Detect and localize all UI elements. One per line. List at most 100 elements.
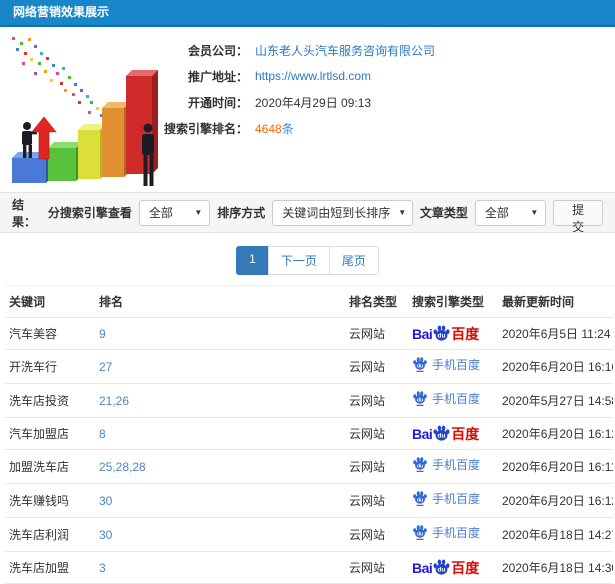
mobile-baidu-logo: du 手机百度 bbox=[412, 491, 480, 507]
sort-filter-select[interactable]: 关键词由短到长排序 ▼ bbox=[272, 199, 413, 226]
ranking-count-number: 4648 bbox=[255, 121, 282, 136]
page-1-button[interactable]: 1 bbox=[236, 246, 269, 275]
rank-cell[interactable]: 8 bbox=[95, 417, 345, 450]
col-header-engine-type: 搜索引擎类型 bbox=[408, 285, 498, 318]
rank-type-cell: 云网站 bbox=[345, 551, 408, 584]
article-type-select[interactable]: 全部 ▼ bbox=[474, 199, 547, 226]
keyword-ranking-table: 关键词 排名 排名类型 搜索引擎类型 最新更新时间 汽车美容 9 云网站 Bai… bbox=[5, 285, 613, 584]
info-section: 会员公司： 山东老人头汽车服务咨询有限公司 推广地址： https://www.… bbox=[0, 27, 615, 192]
keyword-cell: 洗车店加盟 bbox=[5, 551, 95, 584]
article-type-label: 文章类型 bbox=[419, 206, 468, 220]
keyword-cell: 洗车店利润 bbox=[5, 517, 95, 552]
engine-cell: Bai du 百度 du bbox=[408, 383, 498, 418]
mobile-baidu-logo: du 手机百度 bbox=[412, 457, 480, 473]
article-type-value: 全部 bbox=[484, 206, 509, 220]
dropdown-arrow-icon: ▼ bbox=[530, 208, 539, 217]
col-header-rank: 排名 bbox=[95, 285, 345, 318]
engine-cell: Bai du 百度 du bbox=[408, 349, 498, 384]
update-time-cell: 2020年6月18日 14:30 bbox=[498, 551, 613, 584]
update-time-cell: 2020年6月5日 11:24 bbox=[498, 317, 613, 350]
rank-cell[interactable]: 21,26 bbox=[95, 383, 345, 418]
update-time-cell: 2020年6月20日 16:12 bbox=[498, 483, 613, 518]
baidu-paw-icon: du bbox=[433, 325, 450, 341]
svg-text:du: du bbox=[417, 497, 423, 503]
update-time-cell: 2020年6月20日 16:16 bbox=[498, 349, 613, 384]
engine-cell: Bai du 百度 du bbox=[408, 517, 498, 552]
rank-cell[interactable]: 9 bbox=[95, 317, 345, 350]
svg-text:du: du bbox=[417, 531, 423, 537]
rank-cell[interactable]: 27 bbox=[95, 349, 345, 384]
engine-cell: Bai du 百度 du bbox=[408, 551, 498, 584]
bar-yellow bbox=[78, 124, 106, 179]
next-page-button[interactable]: 下一页 bbox=[267, 246, 330, 275]
baidu-logo: Bai du 百度 bbox=[412, 325, 480, 342]
mobile-baidu-logo: du 手机百度 bbox=[412, 357, 480, 373]
baidu-paw-icon: du bbox=[413, 491, 427, 506]
update-time-cell: 2020年6月20日 16:11 bbox=[498, 449, 613, 484]
baidu-logo: Bai du 百度 bbox=[412, 425, 480, 442]
table-row: 汽车美容 9 云网站 Bai du 百度 2020年6月5日 11:24 bbox=[5, 317, 613, 350]
baidu-paw-icon: du bbox=[413, 357, 427, 372]
page-title: 网络营销效果展示 bbox=[13, 5, 110, 19]
baidu-paw-icon: du bbox=[413, 457, 427, 472]
update-time-cell: 2020年6月18日 14:27 bbox=[498, 517, 613, 552]
dropdown-arrow-icon: ▼ bbox=[398, 208, 407, 217]
table-row: 洗车赚钱吗 30 云网站 Bai du 百度 bbox=[5, 483, 613, 518]
result-section-label: 结果： bbox=[12, 197, 37, 229]
table-header-row: 关键词 排名 排名类型 搜索引擎类型 最新更新时间 bbox=[5, 285, 613, 318]
mobile-baidu-logo: du 手机百度 bbox=[412, 391, 480, 407]
sort-filter-value: 关键词由短到长排序 bbox=[282, 206, 391, 220]
keyword-cell: 洗车赚钱吗 bbox=[5, 483, 95, 518]
update-time-cell: 2020年6月20日 16:12 bbox=[498, 417, 613, 450]
rank-type-cell: 云网站 bbox=[345, 383, 408, 418]
bar-green bbox=[48, 142, 82, 181]
bar-orange bbox=[102, 102, 130, 177]
company-name-link[interactable]: 山东老人头汽车服务咨询有限公司 bbox=[255, 44, 435, 58]
svg-text:du: du bbox=[417, 363, 423, 369]
engine-cell: Bai du 百度 du bbox=[408, 483, 498, 518]
engine-cell: Bai du 百度 du bbox=[408, 317, 498, 350]
svg-text:du: du bbox=[438, 433, 446, 440]
update-time-cell: 2020年5月27日 14:58 bbox=[498, 383, 613, 418]
rank-type-cell: 云网站 bbox=[345, 517, 408, 552]
engine-filter-label: 分搜索引擎查看 bbox=[47, 206, 132, 220]
baidu-paw-icon: du bbox=[433, 559, 450, 575]
confetti-dots bbox=[12, 37, 109, 122]
keyword-cell: 加盟洗车店 bbox=[5, 449, 95, 484]
engine-filter-value: 全部 bbox=[148, 206, 173, 220]
bar-chart-illustration bbox=[12, 37, 158, 186]
promo-url-link[interactable]: https://www.lrtlsd.com bbox=[255, 69, 371, 83]
baidu-paw-icon: du bbox=[413, 391, 427, 406]
engine-filter-select[interactable]: 全部 ▼ bbox=[138, 199, 211, 226]
baidu-logo: Bai du 百度 bbox=[412, 559, 480, 576]
submit-button[interactable]: 提交 bbox=[553, 199, 603, 234]
col-header-keyword: 关键词 bbox=[5, 285, 95, 318]
rank-cell[interactable]: 30 bbox=[95, 483, 345, 518]
dropdown-arrow-icon: ▼ bbox=[194, 208, 203, 217]
table-row: 开洗车行 27 云网站 Bai du 百度 bbox=[5, 349, 613, 384]
baidu-paw-icon: du bbox=[433, 425, 450, 441]
mobile-baidu-logo: du 手机百度 bbox=[412, 525, 480, 541]
open-time-value: 2020年4月29日 09:13 bbox=[255, 95, 372, 110]
svg-text:du: du bbox=[417, 397, 423, 403]
rank-cell[interactable]: 3 bbox=[95, 551, 345, 584]
engine-cell: Bai du 百度 du bbox=[408, 417, 498, 450]
table-row: 洗车店加盟 3 云网站 Bai du 百度 2020年6月18日 14:30 bbox=[5, 551, 613, 584]
baidu-paw-icon: du bbox=[413, 525, 427, 540]
keyword-cell: 汽车美容 bbox=[5, 317, 95, 350]
filter-bar: 结果： 分搜索引擎查看 全部 ▼ 排序方式 关键词由短到长排序 ▼ 文章类型 全… bbox=[0, 192, 615, 234]
last-page-button[interactable]: 尾页 bbox=[328, 246, 379, 275]
rank-type-cell: 云网站 bbox=[345, 449, 408, 484]
rank-type-cell: 云网站 bbox=[345, 349, 408, 384]
svg-text:du: du bbox=[438, 333, 446, 340]
table-row: 洗车店利润 30 云网站 Bai du 百度 bbox=[5, 517, 613, 552]
rank-type-cell: 云网站 bbox=[345, 483, 408, 518]
col-header-update-time: 最新更新时间 bbox=[498, 285, 613, 318]
col-header-rank-type: 排名类型 bbox=[345, 285, 408, 318]
rank-cell[interactable]: 30 bbox=[95, 517, 345, 552]
page-header: 网络营销效果展示 bbox=[0, 0, 615, 27]
rank-cell[interactable]: 25,28,28 bbox=[95, 449, 345, 484]
sort-filter-label: 排序方式 bbox=[217, 206, 266, 220]
svg-text:du: du bbox=[417, 463, 423, 469]
rank-type-cell: 云网站 bbox=[345, 417, 408, 450]
